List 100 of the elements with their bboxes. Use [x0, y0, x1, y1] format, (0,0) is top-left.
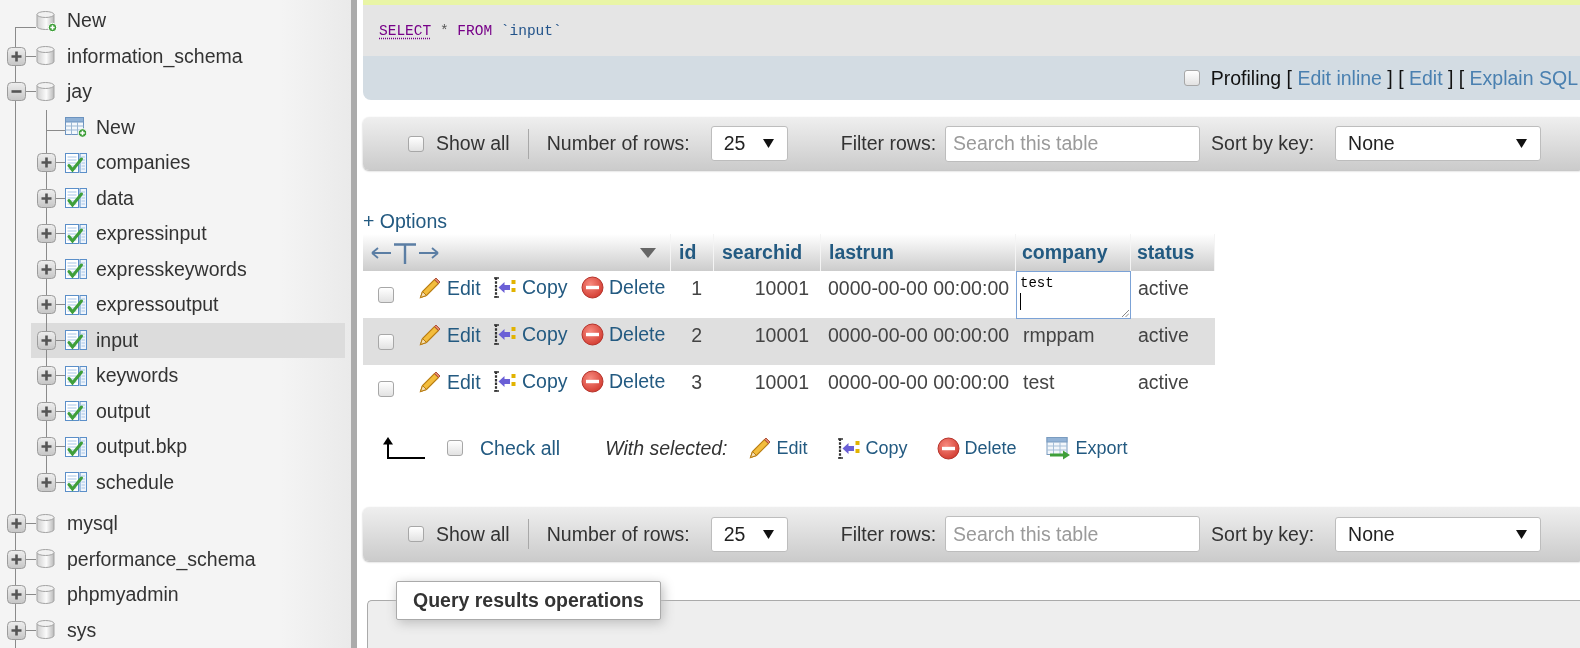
plus-icon[interactable]	[7, 46, 26, 66]
resize-grip-icon[interactable]	[1121, 309, 1129, 317]
show-all-checkbox[interactable]	[408, 526, 424, 542]
plus-icon[interactable]	[37, 437, 56, 457]
table-cell-text: 0000-00-00 00:00:00	[827, 323, 1011, 348]
row-checkbox[interactable]	[378, 334, 394, 350]
plus-icon[interactable]	[7, 620, 26, 640]
table-cell-text: 10001	[753, 276, 810, 301]
minus-circle-icon	[581, 370, 604, 393]
row-checkbox[interactable]	[378, 287, 394, 303]
plus-icon[interactable]	[37, 472, 56, 492]
show-all-label[interactable]: Show all	[436, 522, 510, 546]
edit-button[interactable]: Edit	[747, 436, 808, 460]
filter-label: Filter rows:	[840, 522, 937, 546]
copy-link[interactable]: Copy	[493, 370, 568, 393]
profiling-label[interactable]: Profiling	[1210, 66, 1282, 90]
delete-link[interactable]: Delete	[581, 370, 666, 393]
table-cell-text: rmppam	[1022, 323, 1096, 348]
cell-editor[interactable]: test	[1016, 271, 1131, 319]
check-all-checkbox[interactable]	[447, 440, 463, 456]
delete-link[interactable]: Delete	[581, 323, 666, 346]
with-selected-label: With selected:	[605, 436, 728, 460]
pencil-icon	[747, 436, 772, 460]
rows-label: Number of rows:	[546, 132, 690, 155]
sort-label: Sort by key:	[1211, 132, 1315, 155]
sort-label: Sort by key:	[1211, 522, 1315, 546]
plus-icon[interactable]	[37, 259, 56, 279]
minus-circle-icon	[581, 323, 604, 346]
table-cell-text: 10001	[753, 370, 810, 395]
minus-icon[interactable]	[7, 82, 26, 102]
profiling-checkbox[interactable]	[1183, 70, 1200, 86]
arrow-into-bar-icon	[493, 323, 517, 346]
table-check-icon	[64, 435, 88, 458]
options-link[interactable]: + Options	[363, 209, 447, 233]
sql-identifier: `input`	[500, 22, 562, 39]
plus-icon[interactable]	[37, 401, 56, 421]
plus-icon[interactable]	[37, 224, 56, 244]
table-cell-text: 3	[690, 370, 703, 395]
bracket-text: [	[1286, 66, 1292, 90]
rows-select[interactable]: 25	[710, 516, 788, 552]
plus-icon[interactable]	[37, 188, 56, 208]
minus-circle-icon	[581, 276, 604, 299]
text-cursor-icon	[1020, 293, 1021, 310]
sort-select[interactable]: None	[1335, 516, 1542, 552]
table-plus-icon	[64, 116, 88, 139]
t-arrows-icon[interactable]	[370, 240, 440, 265]
bracket-text: ]	[1447, 66, 1454, 90]
copy-link[interactable]: Copy	[493, 323, 568, 346]
plus-icon[interactable]	[37, 295, 56, 315]
edit-link[interactable]: Edit	[418, 370, 481, 394]
sql-keyword-link[interactable]: SELECT	[379, 22, 432, 39]
sql-keyword: FROM	[457, 22, 493, 39]
database-icon	[36, 512, 57, 535]
database-icon	[36, 619, 57, 642]
export-button[interactable]: Export	[1045, 436, 1128, 460]
sort-select[interactable]: None	[1335, 126, 1542, 161]
table-arrow-icon	[1045, 436, 1071, 460]
caret-icon	[1516, 139, 1528, 148]
delete-link[interactable]: Delete	[581, 276, 666, 299]
bracket-text: [	[1398, 66, 1404, 90]
table-cell-text: 0000-00-00 00:00:00	[827, 276, 1011, 301]
table-check-icon	[64, 364, 88, 387]
database-plus-icon	[36, 9, 57, 32]
rows-label: Number of rows:	[546, 522, 690, 546]
caret-icon[interactable]	[640, 247, 656, 258]
minus-circle-icon	[936, 436, 960, 460]
table-check-icon	[64, 222, 88, 245]
table-check-icon	[64, 293, 88, 316]
show-all-checkbox[interactable]	[408, 135, 424, 152]
table-cell-text: test	[1022, 370, 1056, 395]
table-cell-text: 0000-00-00 00:00:00	[827, 370, 1011, 395]
plus-icon[interactable]	[37, 366, 56, 386]
pencil-icon	[418, 276, 442, 300]
show-all-label[interactable]: Show all	[436, 132, 510, 155]
copy-link[interactable]: Copy	[493, 276, 568, 299]
sql-operator: *	[439, 22, 449, 39]
edit-link[interactable]: Edit	[418, 323, 481, 347]
table-cell-text: active	[1137, 323, 1190, 348]
database-icon	[36, 80, 57, 103]
database-icon	[36, 548, 57, 571]
plus-icon[interactable]	[7, 549, 26, 569]
plus-icon[interactable]	[37, 330, 56, 350]
copy-button[interactable]: Copy	[836, 436, 908, 460]
delete-button[interactable]: Delete	[936, 436, 1017, 460]
operations-legend: Query results operations	[396, 581, 661, 620]
filter-input[interactable]: Search this table	[945, 516, 1201, 552]
plus-icon[interactable]	[7, 514, 26, 534]
arrow-into-bar-icon	[493, 370, 517, 393]
plus-icon[interactable]	[37, 153, 56, 173]
edit-link[interactable]: Edit	[418, 276, 481, 300]
database-icon	[36, 45, 57, 68]
filter-label: Filter rows:	[840, 132, 937, 155]
tree-item[interactable]: input	[31, 322, 345, 358]
rows-select[interactable]: 25	[710, 126, 788, 161]
filter-input[interactable]: Search this table	[945, 125, 1201, 162]
bracket-text: [	[1458, 66, 1465, 90]
check-all-link[interactable]: Check all	[480, 436, 561, 460]
plus-icon[interactable]	[7, 585, 26, 605]
row-checkbox[interactable]	[378, 381, 394, 397]
table-cell-text: active	[1137, 370, 1190, 395]
